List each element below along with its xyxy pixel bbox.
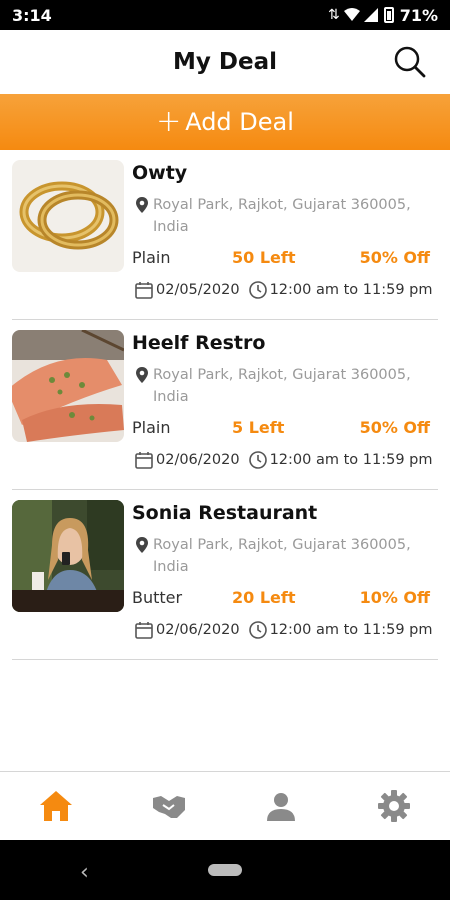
add-deal-label: Add Deal (185, 108, 294, 136)
bottom-nav (0, 771, 450, 840)
page-title: My Deal (173, 49, 277, 75)
deal-time: 12:00 am to 11:59 pm (269, 622, 433, 638)
deal-discount: 50% Off (359, 418, 430, 437)
search-button[interactable] (392, 44, 428, 80)
signal-icon (363, 8, 378, 22)
add-deal-button[interactable]: + Add Deal (0, 94, 450, 150)
bangles-image (12, 160, 124, 272)
deal-type: Plain (132, 418, 171, 437)
handshake-icon (152, 796, 185, 818)
profile-icon (267, 793, 296, 821)
deal-schedule: 02/06/2020 12:00 am to 11:59 pm (134, 450, 432, 470)
deal-address: Royal Park, Rajkot, Gujarat 360005, Indi… (134, 194, 434, 238)
deal-left-count: 50 Left (232, 248, 296, 267)
clock-icon (248, 451, 267, 469)
deal-name: Heelf Restro (132, 332, 266, 354)
status-bar: 3:14 ⇅ 71% (0, 0, 450, 30)
deal-date: 02/05/2020 (156, 282, 240, 298)
battery-percent: 71% (399, 5, 438, 25)
deal-address: Royal Park, Rajkot, Gujarat 360005, Indi… (134, 534, 434, 578)
deal-card[interactable]: Heelf Restro Royal Park, Rajkot, Gujarat… (12, 320, 438, 490)
deal-address: Royal Park, Rajkot, Gujarat 360005, Indi… (134, 364, 434, 408)
status-icons: ⇅ 71% (328, 6, 438, 25)
deal-type: Plain (132, 248, 171, 267)
nav-deals[interactable] (113, 772, 226, 840)
home-pill-icon[interactable] (208, 864, 242, 876)
deal-schedule: 02/05/2020 12:00 am to 11:59 pm (134, 280, 432, 300)
location-pin-icon (136, 367, 148, 383)
deal-time: 12:00 am to 11:59 pm (269, 452, 433, 468)
calendar-icon (135, 452, 153, 469)
system-nav-bar: ‹ (0, 840, 450, 900)
nav-profile[interactable] (225, 772, 338, 840)
deal-discount: 10% Off (359, 588, 430, 607)
deal-list: Owty Royal Park, Rajkot, Gujarat 360005,… (0, 150, 450, 660)
settings-icon (377, 790, 410, 822)
app-header: My Deal (0, 30, 450, 94)
deal-address-text: Royal Park, Rajkot, Gujarat 360005, Indi… (153, 197, 411, 235)
battery-icon (383, 7, 394, 23)
deal-schedule: 02/06/2020 12:00 am to 11:59 pm (134, 620, 432, 640)
salmon-dish-image (12, 330, 124, 442)
wifi-icon (343, 8, 360, 21)
deal-name: Sonia Restaurant (132, 502, 318, 524)
deal-left-count: 5 Left (232, 418, 285, 437)
deal-card[interactable]: Sonia Restaurant Royal Park, Rajkot, Guj… (12, 490, 438, 660)
deal-date: 02/06/2020 (156, 452, 240, 468)
calendar-icon (135, 622, 153, 639)
search-icon (394, 46, 426, 78)
home-icon (40, 791, 73, 821)
woman-phone-cafe-image (12, 500, 124, 612)
deal-card[interactable]: Owty Royal Park, Rajkot, Gujarat 360005,… (12, 150, 438, 320)
calendar-icon (135, 282, 153, 299)
location-pin-icon (136, 537, 148, 553)
nav-home[interactable] (0, 772, 113, 840)
location-pin-icon (136, 197, 148, 213)
status-time: 3:14 (12, 5, 52, 25)
clock-icon (248, 281, 267, 299)
clock-icon (248, 621, 267, 639)
deal-date: 02/06/2020 (156, 622, 240, 638)
deal-name: Owty (132, 162, 188, 184)
back-icon[interactable]: ‹ (80, 860, 89, 885)
deal-left-count: 20 Left (232, 588, 296, 607)
deal-discount: 50% Off (359, 248, 430, 267)
deal-time: 12:00 am to 11:59 pm (269, 282, 433, 298)
deal-address-text: Royal Park, Rajkot, Gujarat 360005, Indi… (153, 367, 411, 405)
plus-icon: + (156, 104, 182, 139)
nav-settings[interactable] (338, 772, 450, 840)
deal-type: Butter (132, 588, 183, 607)
deal-address-text: Royal Park, Rajkot, Gujarat 360005, Indi… (153, 537, 411, 575)
data-arrows-icon: ⇅ (327, 7, 340, 23)
